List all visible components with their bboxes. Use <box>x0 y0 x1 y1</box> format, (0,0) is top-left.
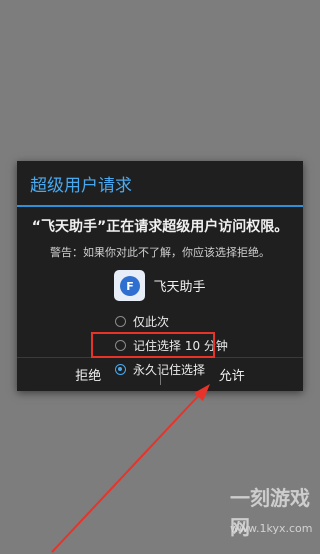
annotation-arrow-icon <box>51 384 210 553</box>
watermark-url: www.1kyx.com <box>230 522 313 535</box>
